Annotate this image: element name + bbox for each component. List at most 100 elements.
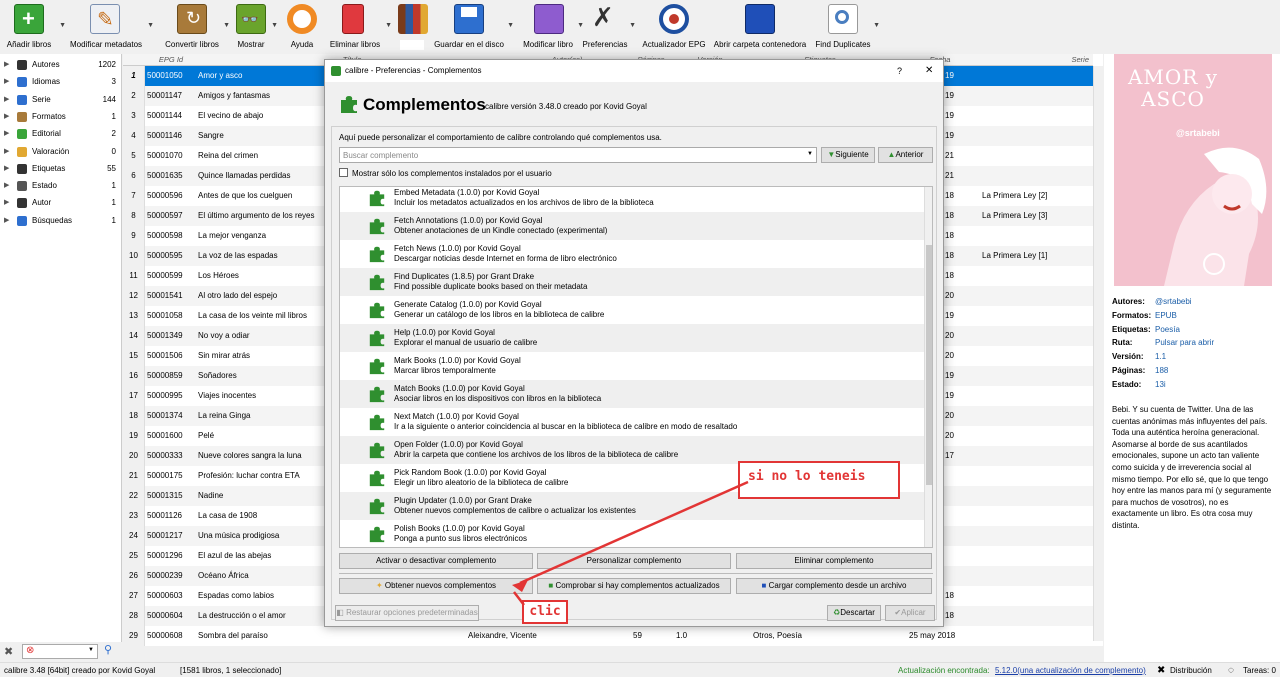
chevron-down-icon[interactable]: ▼ [88,647,94,653]
sidebar-item[interactable]: ▶ Editorial 2 [0,125,120,142]
help-icon[interactable]: ? [897,60,902,82]
plugin-list-scrollbar[interactable] [924,187,932,547]
convert-books-button[interactable]: ↻ Convertir libros ▼ [162,2,230,52]
plugin-item[interactable]: Generate Catalog (1.0.0) por Kovid Goyal… [340,296,924,324]
close-icon[interactable]: ✕ [925,60,933,82]
book-list-scrollbar[interactable] [1093,66,1103,641]
plugin-item[interactable]: Polish Books (1.0.0) por Kovid Goyal Pong… [340,520,924,547]
expand-arrow-icon[interactable]: ▶ [4,125,9,142]
chevron-down-icon[interactable]: ▼ [223,22,230,29]
load-plugin-file-button[interactable]: ■ Cargar complemento desde un archivo [736,578,932,594]
book-field-value[interactable]: 188 [1155,366,1168,375]
plugin-item[interactable]: Match Books (1.0.0) por Kovid Goyal Asoci… [340,380,924,408]
edit-metadata-button[interactable]: ✎ Modificar metadatos ▼ [66,2,154,52]
epg-icon [659,4,689,34]
open-folder-button[interactable]: Abrir carpeta contenedora [712,2,808,52]
help-button[interactable]: Ayuda [282,2,322,52]
plugin-item[interactable]: Embed Metadata (1.0.0) por Kovid Goyal In… [340,187,924,212]
chevron-down-icon[interactable]: ▼ [59,22,66,29]
expand-arrow-icon[interactable]: ▶ [4,108,9,125]
sidebar-item[interactable]: ▶ Búsquedas 1 [0,212,120,229]
series-icon [17,94,27,105]
clear-icon[interactable]: ⊗ [26,645,34,656]
cell-epg-id: 50000597 [147,211,183,220]
chevron-down-icon[interactable]: ▼ [385,22,392,29]
apply-button[interactable]: ✔Aplicar [885,605,935,621]
expand-arrow-icon[interactable]: ▶ [4,194,9,211]
sidebar-item[interactable]: ▶ Estado 1 [0,177,120,194]
sidebar-item[interactable]: ▶ Formatos 1 [0,108,120,125]
restore-defaults-button[interactable]: ◧ Restaurar opciones predeterminadas [335,605,479,621]
chevron-down-icon[interactable]: ▼ [147,22,154,29]
only-user-checkbox[interactable] [339,168,348,177]
sidebar-item-label: Autor [32,198,52,208]
previous-button[interactable]: ▲Anterior [878,147,933,163]
chevron-down-icon[interactable]: ▼ [507,22,514,29]
plugin-item[interactable]: Next Match (1.0.0) por Kovid Goyal Ir a l… [340,408,924,436]
epg-updater-button[interactable]: Actualizador EPG [642,2,706,52]
expand-arrow-icon[interactable]: ▶ [4,177,9,194]
plugin-item[interactable]: Fetch Annotations (1.0.0) por Kovid Goya… [340,212,924,240]
plugin-item[interactable]: Open Folder (1.0.0) por Kovid Goyal Abrir… [340,436,924,464]
plugin-item[interactable]: Mark Books (1.0.0) por Kovid Goyal Marcar… [340,352,924,380]
book-field-value[interactable]: Pulsar para abrir [1155,338,1214,347]
chevron-down-icon[interactable]: ▼ [807,151,813,157]
convert-icon: ↻ [177,4,207,34]
sidebar-item[interactable]: ▶ Etiquetas 55 [0,160,120,177]
book-field-value[interactable]: EPUB [1155,311,1177,320]
find-duplicates-button[interactable]: Find Duplicates ▼ [814,2,880,52]
discard-button[interactable]: ♻Descartar [827,605,881,621]
plugin-item[interactable]: Fetch News (1.0.0) por Kovid Goyal Descar… [340,240,924,268]
update-link[interactable]: 5.12.0(una actualización de complemento) [995,663,1146,677]
cell-epg-id: 50001315 [147,491,183,500]
sidebar-item[interactable]: ▶ Serie 144 [0,91,120,108]
sidebar-item[interactable]: ▶ Valoración 0 [0,143,120,160]
get-new-plugins-button[interactable]: ✦ Obtener nuevos complementos [339,578,533,594]
search-icon[interactable]: ⚲ [104,643,112,656]
configure-icon[interactable]: ✖ [4,645,13,658]
plugin-item[interactable]: Find Duplicates (1.8.5) por Grant Drake F… [340,268,924,296]
remove-books-button[interactable]: Eliminar libros ▼ [326,2,392,52]
column-header-series[interactable]: Serie [985,54,1093,66]
table-row[interactable]: 29 50000608 Sombra del paraíso Aleixandre, … [123,626,1093,646]
library-button[interactable] [396,2,428,52]
save-to-disk-button[interactable]: Guardar en el disco ▼ [432,2,514,52]
edit-book-button[interactable]: Modificar libro ▼ [520,2,584,52]
cell-epg-id: 50000175 [147,471,183,480]
toggle-plugin-button[interactable]: Activar o desactivar complemento [339,553,533,569]
remove-plugin-button[interactable]: Eliminar complemento [736,553,932,569]
book-field-value[interactable]: 1.1 [1155,352,1166,361]
book-field-value[interactable]: 13i [1155,380,1166,389]
expand-arrow-icon[interactable]: ▶ [4,73,9,90]
expand-arrow-icon[interactable]: ▶ [4,91,9,108]
plugin-title: Fetch Annotations (1.0.0) por Kovid Goya… [394,216,543,225]
preferences-button[interactable]: ✗ Preferencias ▼ [582,2,636,52]
book-field-value[interactable]: @srtabebi [1155,297,1192,306]
tag-search-input[interactable]: ⊗ ▼ [22,644,98,659]
chevron-down-icon[interactable]: ▼ [629,22,636,29]
check-updates-button[interactable]: ■ Comprobar si hay complementos actualiz… [537,578,731,594]
plugin-search-input[interactable]: Buscar complemento ▼ [339,147,817,163]
customize-plugin-button[interactable]: Personalizar complemento [537,553,731,569]
book-cover[interactable]: AMOR y ASCO @srtabebi [1114,54,1272,286]
row-number: 7 [123,186,145,206]
book-field-value[interactable]: Poesía [1155,325,1180,334]
chevron-down-icon[interactable]: ▼ [271,22,278,29]
tasks-indicator[interactable]: Tareas: 0 [1243,663,1276,677]
expand-arrow-icon[interactable]: ▶ [4,56,9,73]
sidebar-item[interactable]: ▶ Autor 1 [0,194,120,211]
expand-arrow-icon[interactable]: ▶ [4,160,9,177]
chevron-down-icon[interactable]: ▼ [873,22,880,29]
next-button[interactable]: ▼Siguiente [821,147,875,163]
sidebar-item[interactable]: ▶ Idiomas 3 [0,73,120,90]
expand-arrow-icon[interactable]: ▶ [4,212,9,229]
plugin-item[interactable]: Help (1.0.0) por Kovid Goyal Explorar el … [340,324,924,352]
view-button[interactable]: 👓 Mostrar ▼ [232,2,278,52]
publisher-icon [17,129,27,140]
column-header-epg[interactable]: EPG Id [145,54,197,66]
sidebar-item[interactable]: ▶ Autores 1202 [0,56,120,73]
folder-icon: ■ [761,581,769,590]
distribution-link[interactable]: Distribución [1170,663,1212,677]
expand-arrow-icon[interactable]: ▶ [4,143,9,160]
add-books-button[interactable]: + Añadir libros ▼ [0,2,66,52]
